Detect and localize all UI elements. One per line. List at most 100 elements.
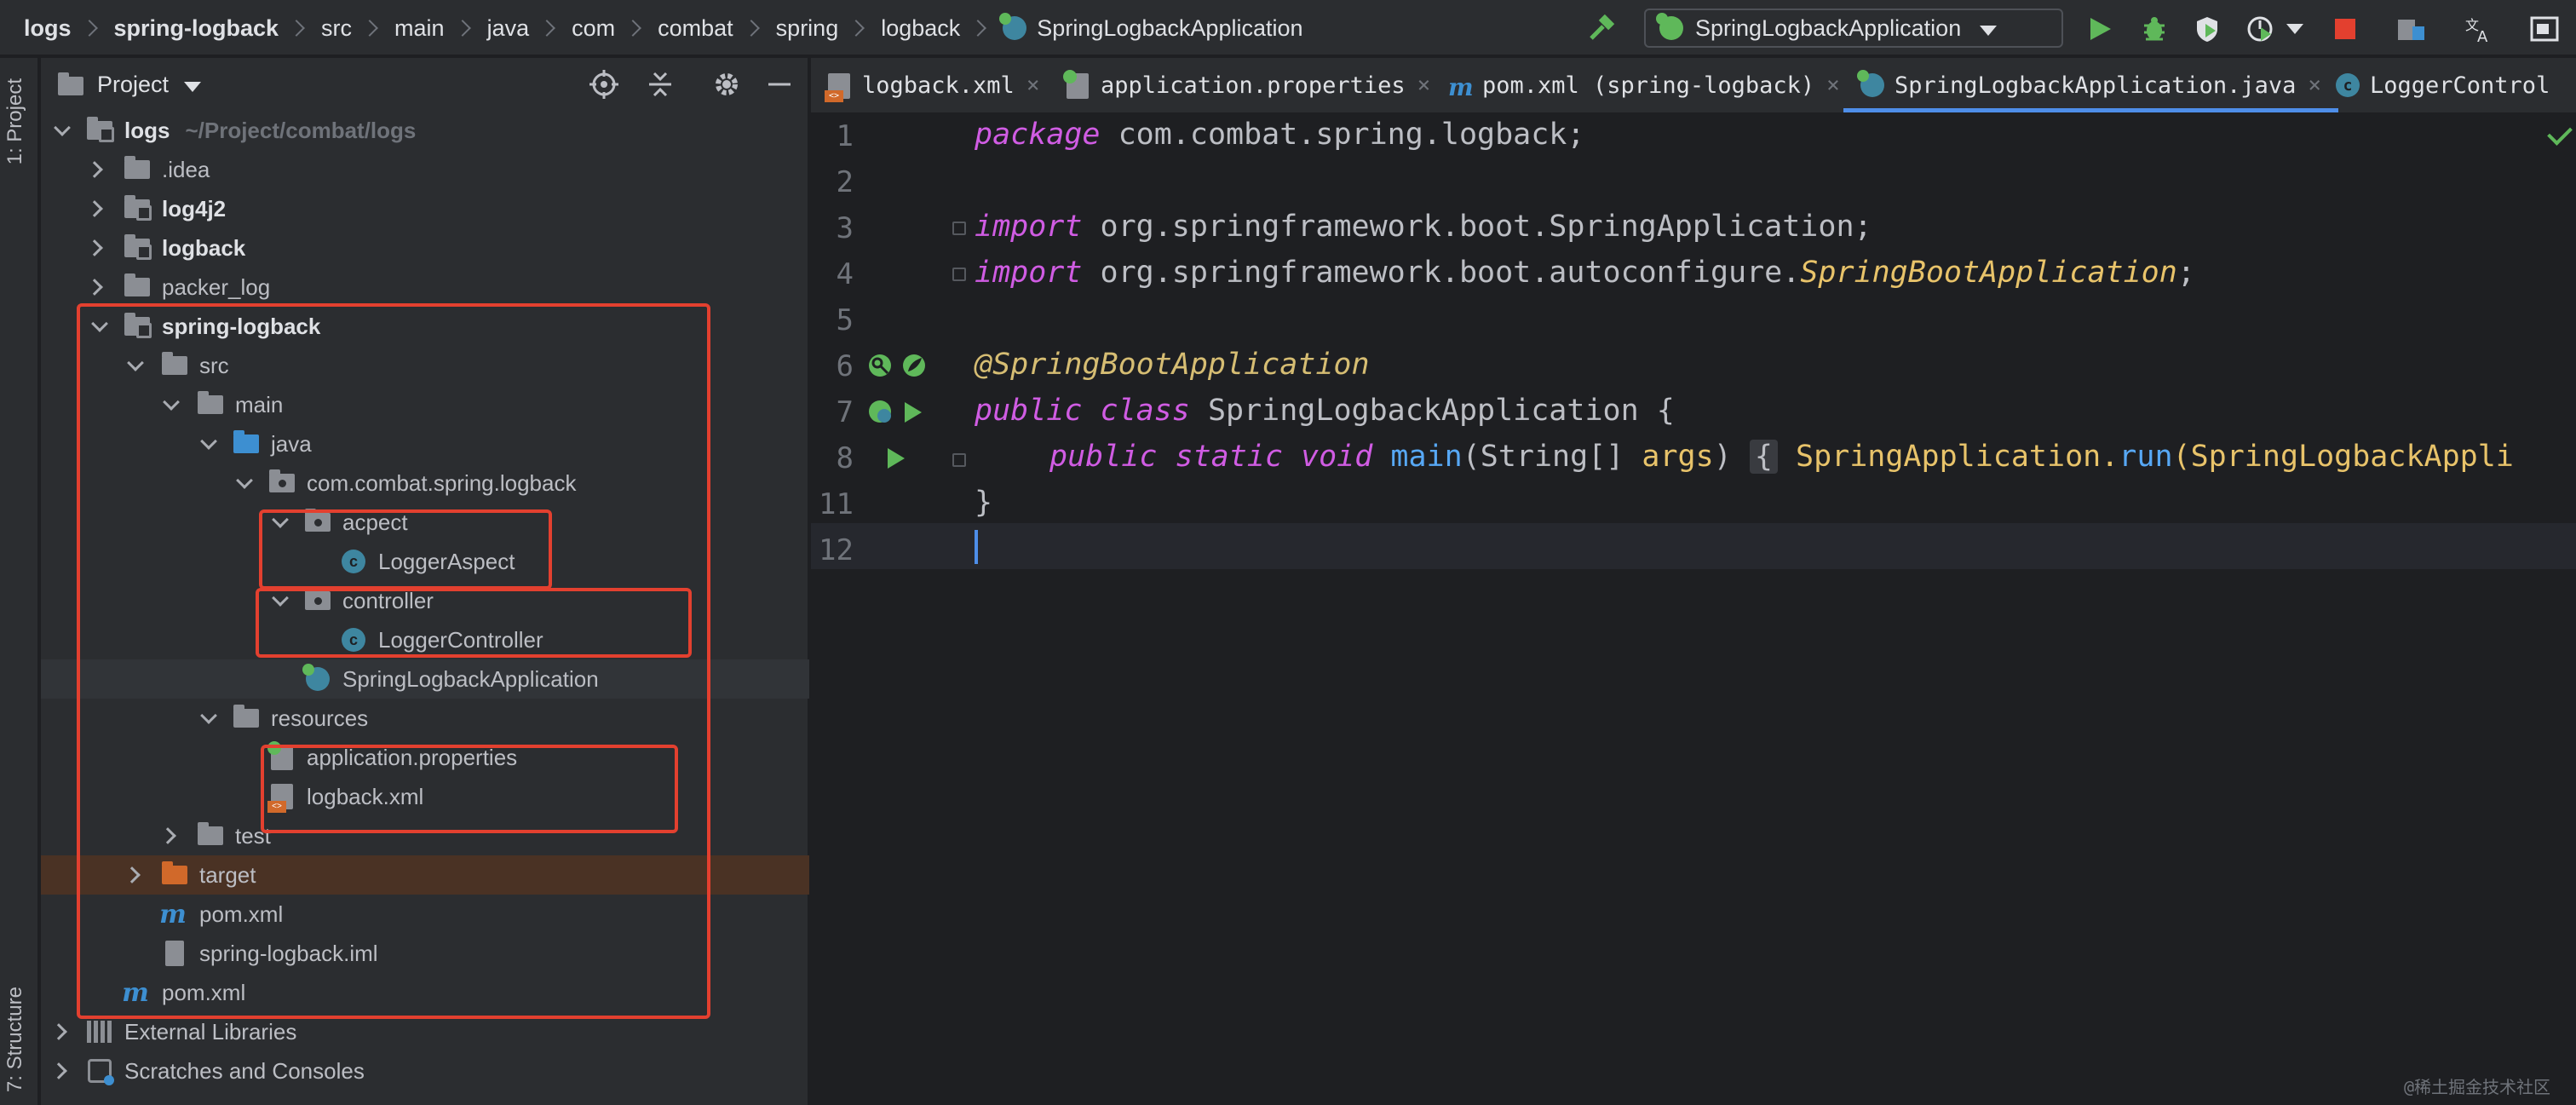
- tab-structure[interactable]: 7: Structure: [3, 987, 27, 1092]
- chevron-down-icon[interactable]: [200, 707, 217, 724]
- chevron-down-icon[interactable]: [184, 72, 202, 98]
- chevron-right-icon[interactable]: [86, 239, 103, 256]
- tree-node-logger-controller[interactable]: c LoggerController: [41, 620, 809, 659]
- find-usages-icon[interactable]: [867, 353, 893, 378]
- tree-node-logback-xml[interactable]: logback.xml: [41, 777, 809, 816]
- close-icon[interactable]: ×: [1826, 72, 1840, 98]
- package-icon: [305, 587, 331, 610]
- fold-marker-icon[interactable]: [952, 453, 966, 467]
- breadcrumb-item[interactable]: src: [321, 15, 352, 42]
- chevron-right-icon[interactable]: [50, 1023, 67, 1040]
- collapse-all-icon[interactable]: [646, 70, 675, 99]
- tree-node-acpect[interactable]: acpect: [41, 503, 809, 542]
- breadcrumb-item[interactable]: java: [487, 15, 530, 42]
- run-icon[interactable]: [905, 402, 930, 428]
- more-run-options-icon[interactable]: [2286, 14, 2303, 43]
- close-icon[interactable]: ×: [1417, 72, 1431, 98]
- breadcrumb-item[interactable]: spring: [776, 15, 839, 42]
- hide-panel-icon[interactable]: [767, 70, 796, 99]
- chevron-right-icon: [80, 20, 98, 37]
- chevron-right-icon[interactable]: [124, 866, 141, 883]
- tree-node-spring-logback[interactable]: spring-logback: [41, 307, 809, 346]
- chevron-right-icon[interactable]: [50, 1062, 67, 1079]
- run-configuration-select[interactable]: SpringLogbackApplication: [1644, 9, 2063, 48]
- coverage-icon[interactable]: [2193, 14, 2222, 43]
- tree-node-root-pom[interactable]: m pom.xml: [41, 973, 809, 1012]
- tree-node-idea[interactable]: .idea: [41, 150, 809, 189]
- breadcrumb-item[interactable]: spring-logback: [114, 15, 279, 42]
- breadcrumb-item-current[interactable]: SpringLogbackApplication: [999, 13, 1303, 42]
- close-icon[interactable]: ×: [1026, 72, 1040, 98]
- chevron-down-icon[interactable]: [163, 394, 180, 411]
- translate-icon[interactable]: 文A: [2464, 14, 2493, 43]
- tab-project[interactable]: 1: Project: [3, 78, 27, 164]
- maven-icon: m: [159, 899, 187, 929]
- profiler-icon[interactable]: [2245, 14, 2274, 43]
- chevron-down-icon[interactable]: [272, 590, 289, 607]
- tree-node-label: main: [235, 391, 284, 417]
- close-icon[interactable]: ×: [2308, 72, 2321, 98]
- tree-node-logs[interactable]: logs ~/Project/combat/logs: [41, 111, 809, 150]
- tree-node-application-properties[interactable]: application.properties: [41, 738, 809, 777]
- tree-node-src[interactable]: src: [41, 346, 809, 385]
- tree-node-controller[interactable]: controller: [41, 581, 809, 620]
- fold-marker-icon[interactable]: [952, 222, 966, 235]
- tab-label: application.properties: [1101, 72, 1406, 99]
- breadcrumb-item[interactable]: com: [572, 15, 615, 42]
- tree-node-iml[interactable]: spring-logback.iml: [41, 934, 809, 973]
- hammer-icon[interactable]: [1586, 14, 1615, 43]
- tree-node-test[interactable]: test: [41, 816, 809, 855]
- tree-node-label: test: [235, 822, 271, 849]
- chevron-down-icon[interactable]: [236, 472, 253, 489]
- chevron-down-icon[interactable]: [91, 315, 108, 332]
- tree-node-packer-log[interactable]: packer_log: [41, 268, 809, 307]
- breadcrumb-item[interactable]: combat: [658, 15, 733, 42]
- gear-icon[interactable]: [712, 70, 741, 99]
- project-structure-icon[interactable]: [2397, 14, 2426, 43]
- folded-region[interactable]: {: [1749, 440, 1778, 474]
- tab-logback-xml[interactable]: logback.xml ×: [825, 58, 1040, 112]
- tree-node-package[interactable]: com.combat.spring.logback: [41, 463, 809, 503]
- fold-marker-icon[interactable]: [952, 268, 966, 281]
- tree-node-logger-aspect[interactable]: c LoggerAspect: [41, 542, 809, 581]
- breadcrumb-item[interactable]: logs: [24, 15, 72, 42]
- spring-boot-icon[interactable]: [867, 399, 893, 424]
- inspection-ok-icon[interactable]: [2547, 120, 2573, 146]
- tab-spring-logback-application[interactable]: SpringLogbackApplication.java ×: [1843, 58, 2339, 112]
- presentation-mode-icon[interactable]: [2530, 14, 2559, 43]
- tree-node-label: spring-logback: [162, 313, 321, 339]
- tree-node-external-libraries[interactable]: External Libraries: [41, 1012, 809, 1051]
- run-icon[interactable]: [2085, 14, 2114, 43]
- spring-bean-icon[interactable]: [901, 353, 927, 378]
- chevron-down-icon[interactable]: [54, 119, 71, 136]
- run-icon[interactable]: [888, 448, 913, 474]
- code-line: }: [975, 486, 993, 520]
- tree-node-module-pom[interactable]: m pom.xml: [41, 895, 809, 934]
- chevron-down-icon[interactable]: [200, 433, 217, 450]
- breadcrumb-item[interactable]: main: [394, 15, 445, 42]
- chevron-down-icon[interactable]: [127, 354, 144, 371]
- chevron-right-icon[interactable]: [159, 827, 176, 844]
- chevron-right-icon[interactable]: [86, 161, 103, 178]
- project-view-selector[interactable]: Project: [97, 72, 169, 98]
- code-editor[interactable]: 1 2 3 4 5 6 7 8 11 12 package com.combat…: [811, 116, 2576, 1105]
- chevron-right-icon[interactable]: [86, 279, 103, 296]
- tree-node-logback[interactable]: logback: [41, 228, 809, 268]
- chevron-down-icon[interactable]: [272, 511, 289, 528]
- line-number: 12: [819, 533, 854, 567]
- tree-node-resources[interactable]: resources: [41, 699, 809, 738]
- debug-icon[interactable]: [2140, 14, 2169, 43]
- tree-node-java[interactable]: java: [41, 424, 809, 463]
- tab-logger-controller[interactable]: c LoggerControl: [2336, 58, 2550, 112]
- chevron-right-icon[interactable]: [86, 200, 103, 217]
- tree-node-main[interactable]: main: [41, 385, 809, 424]
- locate-icon[interactable]: [589, 70, 618, 99]
- tree-node-log4j2[interactable]: log4j2: [41, 189, 809, 228]
- stop-icon[interactable]: [2331, 14, 2360, 43]
- tree-node-spring-logback-application[interactable]: SpringLogbackApplication: [41, 659, 809, 699]
- tab-pom-xml[interactable]: m pom.xml (spring-logback) ×: [1448, 58, 1840, 112]
- tree-node-target[interactable]: target: [41, 855, 809, 895]
- tree-node-scratches[interactable]: Scratches and Consoles: [41, 1051, 809, 1091]
- tab-application-properties[interactable]: application.properties ×: [1063, 58, 1431, 112]
- breadcrumb-item[interactable]: logback: [881, 15, 960, 42]
